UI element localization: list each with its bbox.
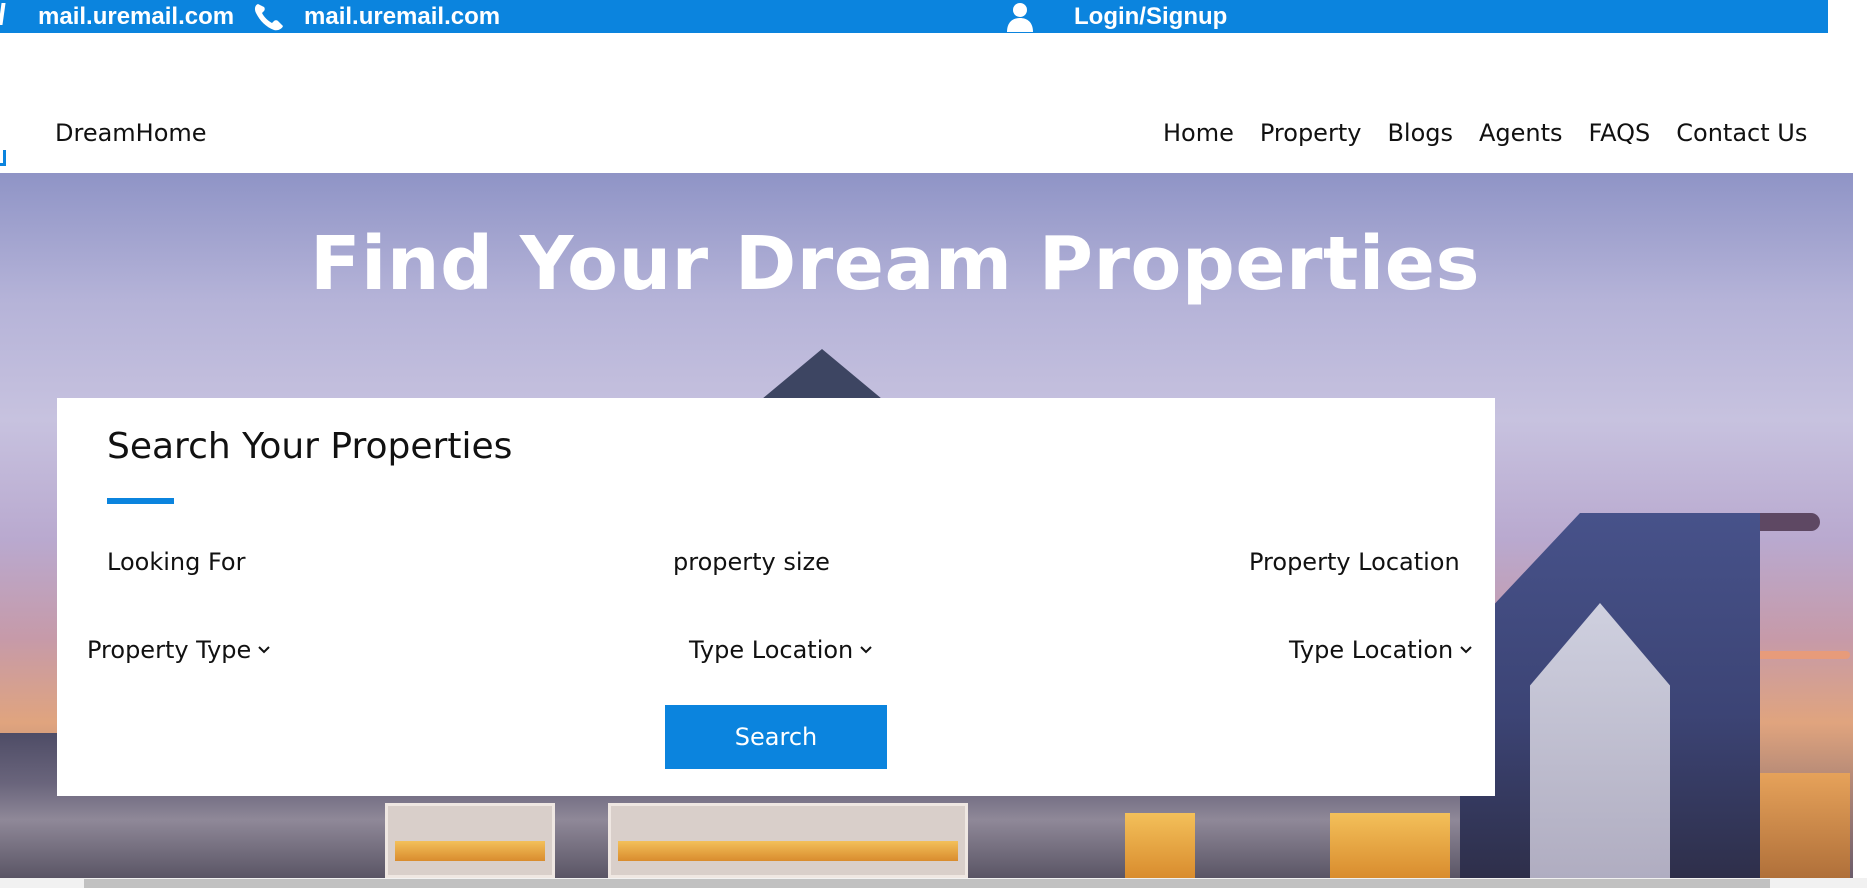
topbar-edge-mark (0, 3, 6, 25)
search-button[interactable]: Search (665, 705, 887, 769)
email-link-2[interactable]: mail.uremail.com (304, 0, 500, 33)
login-signup-link[interactable]: Login/Signup (1074, 0, 1227, 33)
nav-home[interactable]: Home (1163, 119, 1234, 147)
hero-window (1760, 773, 1850, 878)
property-type-select[interactable]: Property Type (87, 636, 271, 664)
nav-faqs[interactable]: FAQS (1589, 119, 1651, 147)
property-location-select[interactable]: Type Location (1289, 636, 1473, 664)
brand-name[interactable]: DreamHome (55, 119, 207, 147)
hero-house-roof (762, 349, 882, 399)
search-panel-title: Search Your Properties (107, 426, 513, 467)
property-type-select-value: Property Type (87, 636, 252, 664)
hero-window (618, 841, 958, 861)
chevron-down-icon (1460, 646, 1472, 654)
hero-window (1330, 813, 1450, 878)
label-property-location: Property Location (1249, 548, 1460, 576)
hero-window (395, 841, 545, 861)
main-nav: Home Property Blogs Agents FAQS Contact … (1163, 119, 1807, 147)
nav-agents[interactable]: Agents (1479, 119, 1563, 147)
search-panel: Search Your Properties Looking For prope… (57, 398, 1495, 796)
property-location-select-value: Type Location (1289, 636, 1454, 664)
nav-contact-us[interactable]: Contact Us (1676, 119, 1807, 147)
user-icon (1004, 0, 1040, 33)
logo-icon[interactable] (0, 150, 6, 166)
nav-blogs[interactable]: Blogs (1387, 119, 1453, 147)
hero-title: Find Your Dream Properties (309, 221, 1480, 307)
nav-property[interactable]: Property (1260, 119, 1362, 147)
label-property-size: property size (673, 548, 830, 576)
chevron-down-icon (258, 646, 271, 654)
phone-icon (252, 0, 288, 33)
property-size-select-value: Type Location (689, 636, 854, 664)
title-underline (107, 498, 174, 504)
horizontal-scrollbar-thumb[interactable] (84, 879, 1770, 888)
hero-window (1125, 813, 1195, 878)
email-link-1[interactable]: mail.uremail.com (38, 0, 234, 33)
chevron-down-icon (860, 646, 872, 654)
label-looking-for: Looking For (107, 548, 246, 576)
property-size-select[interactable]: Type Location (689, 636, 873, 664)
top-contact-bar: mail.uremail.com mail.uremail.com Login/… (0, 0, 1828, 33)
site-header: DreamHome Home Property Blogs Agents FAQ… (0, 33, 1867, 173)
